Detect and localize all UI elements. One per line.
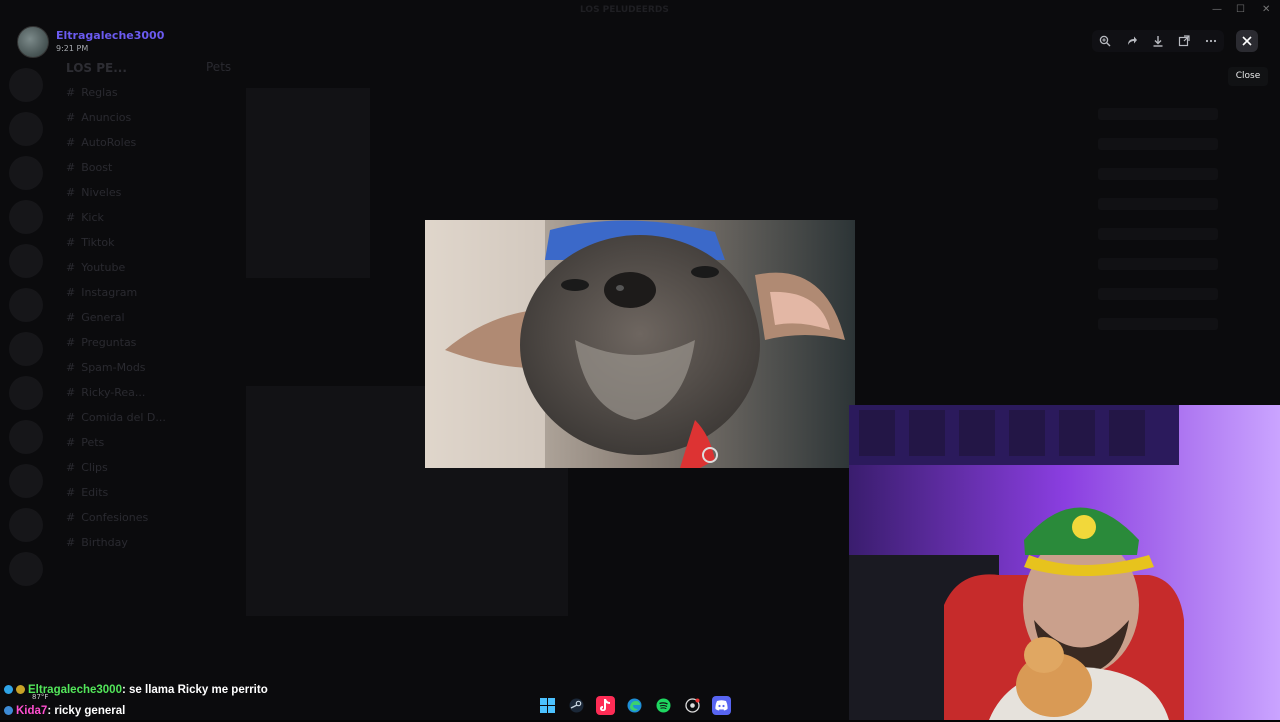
channel-item[interactable]: # Boost <box>52 155 192 180</box>
hashtag-icon: # <box>66 236 76 249</box>
hashtag-icon: # <box>66 136 76 149</box>
channel-item[interactable]: # Clips <box>52 455 192 480</box>
channel-item[interactable]: # Kick <box>52 205 192 230</box>
message-thumbnail <box>246 88 370 278</box>
lightbox-topbar: Eltragaleche3000 9:21 PM — ☐ ✕ Close <box>0 0 1280 86</box>
hashtag-icon: # <box>66 336 76 349</box>
open-external-icon[interactable] <box>1175 32 1193 50</box>
minimize-icon[interactable]: — <box>1212 4 1222 15</box>
edge-icon[interactable] <box>625 696 644 715</box>
channel-label: Instagram <box>81 286 138 299</box>
hashtag-icon: # <box>66 436 76 449</box>
channel-label: Tiktok <box>81 236 115 249</box>
hashtag-icon: # <box>66 536 76 549</box>
channel-label: Ricky-Rea... <box>81 386 146 399</box>
channel-item[interactable]: # Tiktok <box>52 230 192 255</box>
download-icon[interactable] <box>1149 32 1167 50</box>
channel-item[interactable]: # Comida del D... <box>52 405 192 430</box>
channel-item[interactable]: # Edits <box>52 480 192 505</box>
image-toolbar <box>1092 30 1224 52</box>
channel-label: AutoRoles <box>81 136 137 149</box>
hashtag-icon: # <box>66 161 76 174</box>
hashtag-icon: # <box>66 186 76 199</box>
streamer-webcam <box>849 405 1280 720</box>
channel-label: Niveles <box>81 186 122 199</box>
hashtag-icon: # <box>66 286 76 299</box>
hashtag-icon: # <box>66 361 76 374</box>
chat-text: : ricky general <box>47 705 126 717</box>
hashtag-icon: # <box>66 261 76 274</box>
taskbar <box>538 694 731 716</box>
channel-item[interactable]: # Ricky-Rea... <box>52 380 192 405</box>
channel-item[interactable]: # Birthday <box>52 530 192 555</box>
channel-item[interactable]: # Spam-Mods <box>52 355 192 380</box>
badge-icon <box>16 685 25 695</box>
hashtag-icon: # <box>66 386 76 399</box>
upload-time: 9:21 PM <box>56 44 89 53</box>
dog-photo <box>425 220 855 468</box>
channel-label: Spam-Mods <box>81 361 146 374</box>
channel-item[interactable]: # Preguntas <box>52 330 192 355</box>
channel-label: Boost <box>81 161 113 174</box>
channel-label: Clips <box>81 461 108 474</box>
channel-list: LOS PE... # Reglas # Anuncios # AutoRoles # Boo… <box>52 56 192 656</box>
more-icon[interactable] <box>1202 32 1220 50</box>
channel-label: Confesiones <box>81 511 149 524</box>
channel-item[interactable]: # Instagram <box>52 280 192 305</box>
weather-widget[interactable]: 87°F <box>32 693 48 701</box>
discord-icon[interactable] <box>712 695 731 715</box>
close-tooltip: Close <box>1228 67 1268 86</box>
chat-message: Kida7: ricky general <box>4 701 268 722</box>
stream-chat: Eltragaleche3000: se llama Ricky me perr… <box>4 680 268 722</box>
channel-label: Comida del D... <box>81 411 166 424</box>
channel-item[interactable]: # AutoRoles <box>52 130 192 155</box>
channel-item[interactable]: # Reglas <box>52 80 192 105</box>
hashtag-icon: # <box>66 211 76 224</box>
chat-username: Kida7 <box>16 705 48 717</box>
webcam-feed <box>849 405 1280 720</box>
forward-icon[interactable] <box>1123 32 1141 50</box>
chrome-icon[interactable] <box>683 696 702 715</box>
members-panel <box>1092 90 1272 410</box>
channel-label: Birthday <box>81 536 128 549</box>
chat-text: : se llama Ricky me perrito <box>121 684 268 696</box>
channel-item[interactable]: # Anuncios <box>52 105 192 130</box>
lightbox-image[interactable] <box>425 220 855 468</box>
hashtag-icon: # <box>66 511 76 524</box>
channel-item[interactable]: # Niveles <box>52 180 192 205</box>
tiktok-icon[interactable] <box>596 695 615 715</box>
channel-label: Youtube <box>81 261 126 274</box>
zoom-icon[interactable] <box>1096 32 1114 50</box>
channel-item[interactable]: # Pets <box>52 430 192 455</box>
maximize-icon[interactable]: ☐ <box>1236 4 1245 15</box>
badge-icon <box>4 706 13 716</box>
close-button[interactable] <box>1236 30 1258 52</box>
hashtag-icon: # <box>66 411 76 424</box>
badge-icon <box>4 685 13 695</box>
channel-item[interactable]: # Confesiones <box>52 505 192 530</box>
hashtag-icon: # <box>66 111 76 124</box>
channel-item[interactable]: # Youtube <box>52 255 192 280</box>
steam-icon[interactable] <box>567 696 586 715</box>
window-close-icon[interactable]: ✕ <box>1262 4 1270 15</box>
windows-start-icon[interactable] <box>538 696 557 715</box>
uploader-name[interactable]: Eltragaleche3000 <box>56 29 164 42</box>
channel-label: Reglas <box>81 86 118 99</box>
hashtag-icon: # <box>66 311 76 324</box>
channel-label: General <box>81 311 125 324</box>
hashtag-icon: # <box>66 486 76 499</box>
channel-label: Edits <box>81 486 109 499</box>
channel-label: Kick <box>81 211 104 224</box>
close-icon <box>1242 36 1252 46</box>
channel-item[interactable]: # General <box>52 305 192 330</box>
server-rail <box>0 60 52 660</box>
hashtag-icon: # <box>66 86 76 99</box>
hashtag-icon: # <box>66 461 76 474</box>
channel-label: Pets <box>81 436 105 449</box>
channel-label: Preguntas <box>81 336 137 349</box>
channel-label: Anuncios <box>81 111 132 124</box>
spotify-icon[interactable] <box>654 696 673 715</box>
avatar <box>17 26 49 58</box>
